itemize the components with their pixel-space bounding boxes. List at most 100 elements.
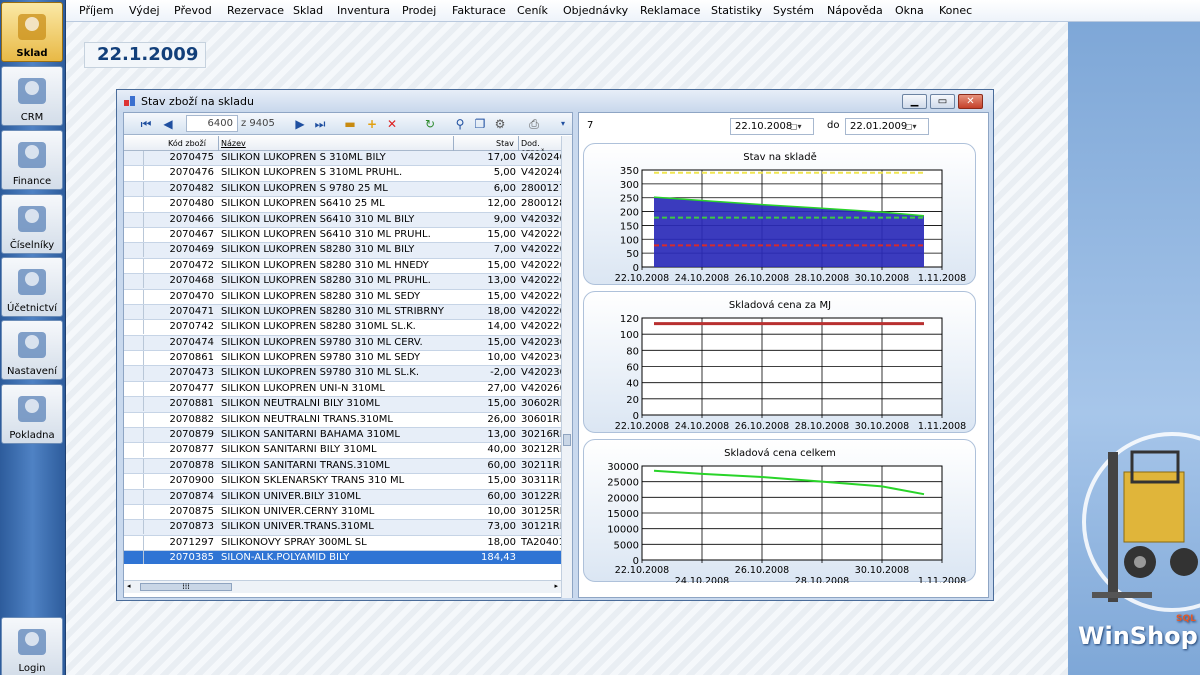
delete-icon[interactable]: ✕ xyxy=(384,116,400,132)
date-from-picker[interactable]: 22.10.2008 ▢▾ xyxy=(730,118,814,135)
row-selector[interactable] xyxy=(124,243,144,258)
row-selector[interactable] xyxy=(124,443,144,458)
table-row[interactable]: 2070474 SILIKON LUKOPREN S9780 310 ML CER… xyxy=(124,335,561,352)
row-selector[interactable] xyxy=(124,535,144,550)
table-row[interactable]: 2070875 SILIKON UNIVER.CERNY 310ML 10,00 30… xyxy=(124,504,561,521)
row-selector[interactable] xyxy=(124,520,144,535)
menu-item[interactable]: Ceník xyxy=(517,4,548,17)
horizontal-scrollbar[interactable]: ◂ ⁞⁞⁞ ▸ xyxy=(124,580,561,593)
launcher-login-button[interactable]: Login xyxy=(1,617,63,675)
next-record-icon[interactable]: ▶ xyxy=(292,116,308,132)
launcher-module-button[interactable]: Sklad xyxy=(1,2,63,62)
table-row[interactable]: 2070385 SILON-ALK.POLYAMID BILY 184,43 xyxy=(124,551,561,564)
menu-item[interactable]: Příjem xyxy=(79,4,114,17)
row-selector[interactable] xyxy=(124,304,144,319)
row-selector[interactable] xyxy=(124,366,144,381)
toolbar-overflow-icon[interactable]: ▾ xyxy=(555,116,571,132)
menu-item[interactable]: Okna xyxy=(895,4,924,17)
menu-item[interactable]: Konec xyxy=(939,4,972,17)
row-selector[interactable] xyxy=(124,474,144,489)
vertical-scrollbar[interactable] xyxy=(561,136,572,598)
table-row[interactable]: 2070742 SILIKON LUKOPREN S8280 310ML SL.K… xyxy=(124,320,561,336)
row-selector[interactable] xyxy=(124,504,144,519)
record-number-field[interactable]: 6400 xyxy=(186,115,238,132)
menu-item[interactable]: Objednávky xyxy=(563,4,628,17)
row-selector[interactable] xyxy=(124,351,144,366)
search-icon[interactable]: ⚲ xyxy=(452,116,468,132)
col-header-stock[interactable]: Stav xyxy=(496,139,514,148)
row-selector[interactable] xyxy=(124,320,144,335)
table-row[interactable]: 2070472 SILIKON LUKOPREN S8280 310 ML HNE… xyxy=(124,258,561,275)
row-selector[interactable] xyxy=(124,412,144,427)
table-row[interactable]: 2070900 SILIKON SKLENARSKY TRANS 310 ML 15… xyxy=(124,474,561,490)
table-row[interactable]: 2070480 SILIKON LUKOPREN S6410 25 ML 12,00… xyxy=(124,197,561,213)
launcher-module-button[interactable]: Nastavení xyxy=(1,320,63,380)
menu-item[interactable]: Reklamace xyxy=(640,4,700,17)
prev-record-icon[interactable]: ◀ xyxy=(160,116,176,132)
menu-item[interactable]: Rezervace xyxy=(227,4,284,17)
menu-item[interactable]: Inventura xyxy=(337,4,390,17)
table-row[interactable]: 2070473 SILIKON LUKOPREN S9780 310 ML SL.… xyxy=(124,366,561,382)
add-icon[interactable]: + xyxy=(364,116,380,132)
table-row[interactable]: 2071297 SILIKONOVY SPRAY 300ML SL 18,00 TA2… xyxy=(124,535,561,552)
settings-icon[interactable]: ⚙ xyxy=(492,116,508,132)
table-row[interactable]: 2070477 SILIKON LUKOPREN UNI-N 310ML 27,00… xyxy=(124,381,561,398)
table-row[interactable]: 2070469 SILIKON LUKOPREN S8280 310 ML BIL… xyxy=(124,243,561,259)
menu-item[interactable]: Výdej xyxy=(129,4,160,17)
row-selector[interactable] xyxy=(124,166,144,181)
menu-item[interactable]: Sklad xyxy=(293,4,323,17)
row-selector[interactable] xyxy=(124,335,144,350)
col-header-name[interactable]: Název xyxy=(221,139,246,148)
table-row[interactable]: 2070482 SILIKON LUKOPREN S 9780 25 ML 6,00… xyxy=(124,181,561,198)
open-folder-icon[interactable]: ▬ xyxy=(342,116,358,132)
calendar-dropdown-icon[interactable]: ▢▾ xyxy=(790,120,812,133)
table-row[interactable]: 2070882 SILIKON NEUTRALNI TRANS.310ML 26,0… xyxy=(124,412,561,429)
table-row[interactable]: 2070466 SILIKON LUKOPREN S6410 310 ML BIL… xyxy=(124,212,561,228)
table-row[interactable]: 2070861 SILIKON LUKOPREN S9780 310 ML SED… xyxy=(124,351,561,367)
row-selector[interactable] xyxy=(124,381,144,396)
first-record-icon[interactable]: ⏮ xyxy=(138,116,154,132)
menu-item[interactable]: Systém xyxy=(773,4,814,17)
menu-item[interactable]: Prodej xyxy=(402,4,436,17)
row-selector[interactable] xyxy=(124,489,144,504)
refresh-icon[interactable]: ↻ xyxy=(422,116,438,132)
calendar-dropdown-icon[interactable]: ▢▾ xyxy=(905,120,927,133)
close-button[interactable]: ✕ xyxy=(958,94,983,109)
table-row[interactable]: 2070878 SILIKON SANITARNI TRANS.310ML 60,0… xyxy=(124,458,561,475)
maximize-button[interactable]: ▭ xyxy=(930,94,955,109)
row-selector[interactable] xyxy=(124,551,144,564)
row-selector[interactable] xyxy=(124,227,144,242)
minimize-button[interactable]: ▁ xyxy=(902,94,927,109)
launcher-module-button[interactable]: Číselníky xyxy=(1,194,63,254)
table-row[interactable]: 2070475 SILIKON LUKOPREN S 310ML BILY 17,0… xyxy=(124,151,561,167)
table-row[interactable]: 2070877 SILIKON SANITARNI BILY 310ML 40,00… xyxy=(124,443,561,459)
launcher-module-button[interactable]: Pokladna xyxy=(1,384,63,444)
row-selector[interactable] xyxy=(124,397,144,412)
row-selector[interactable] xyxy=(124,289,144,304)
row-selector[interactable] xyxy=(124,458,144,473)
table-row[interactable]: 2070470 SILIKON LUKOPREN S8280 310 ML SED… xyxy=(124,289,561,305)
row-selector[interactable] xyxy=(124,428,144,443)
launcher-module-button[interactable]: Účetnictví xyxy=(1,257,63,317)
row-selector[interactable] xyxy=(124,258,144,273)
launcher-module-button[interactable]: Finance xyxy=(1,130,63,190)
row-selector[interactable] xyxy=(124,212,144,227)
menu-item[interactable]: Fakturace xyxy=(452,4,506,17)
copy-icon[interactable]: ❐ xyxy=(472,116,488,132)
window-titlebar[interactable]: Stav zboží na skladu ▁ ▭ ✕ xyxy=(117,90,993,112)
row-selector[interactable] xyxy=(124,197,144,212)
table-row[interactable]: 2070874 SILIKON UNIVER.BILY 310ML 60,00 301… xyxy=(124,489,561,505)
launcher-module-button[interactable]: CRM xyxy=(1,66,63,126)
col-header-code[interactable]: Kód zboží xyxy=(168,139,206,148)
menu-item[interactable]: Převod xyxy=(174,4,212,17)
print-icon[interactable]: ⎙ xyxy=(526,116,542,132)
last-record-icon[interactable]: ⏭ xyxy=(312,116,328,132)
table-row[interactable]: 2070873 SILIKON UNIVER.TRANS.310ML 73,00 30… xyxy=(124,520,561,536)
date-to-picker[interactable]: 22.01.2009 ▢▾ xyxy=(845,118,929,135)
table-row[interactable]: 2070471 SILIKON LUKOPREN S8280 310 ML STR… xyxy=(124,304,561,321)
row-selector[interactable] xyxy=(124,151,144,165)
menu-item[interactable]: Nápověda xyxy=(827,4,883,17)
table-row[interactable]: 2070476 SILIKON LUKOPREN S 310ML PRUHL. 5,… xyxy=(124,166,561,182)
menu-item[interactable]: Statistiky xyxy=(711,4,762,17)
table-row[interactable]: 2070468 SILIKON LUKOPREN S8280 310 ML PRU… xyxy=(124,274,561,290)
